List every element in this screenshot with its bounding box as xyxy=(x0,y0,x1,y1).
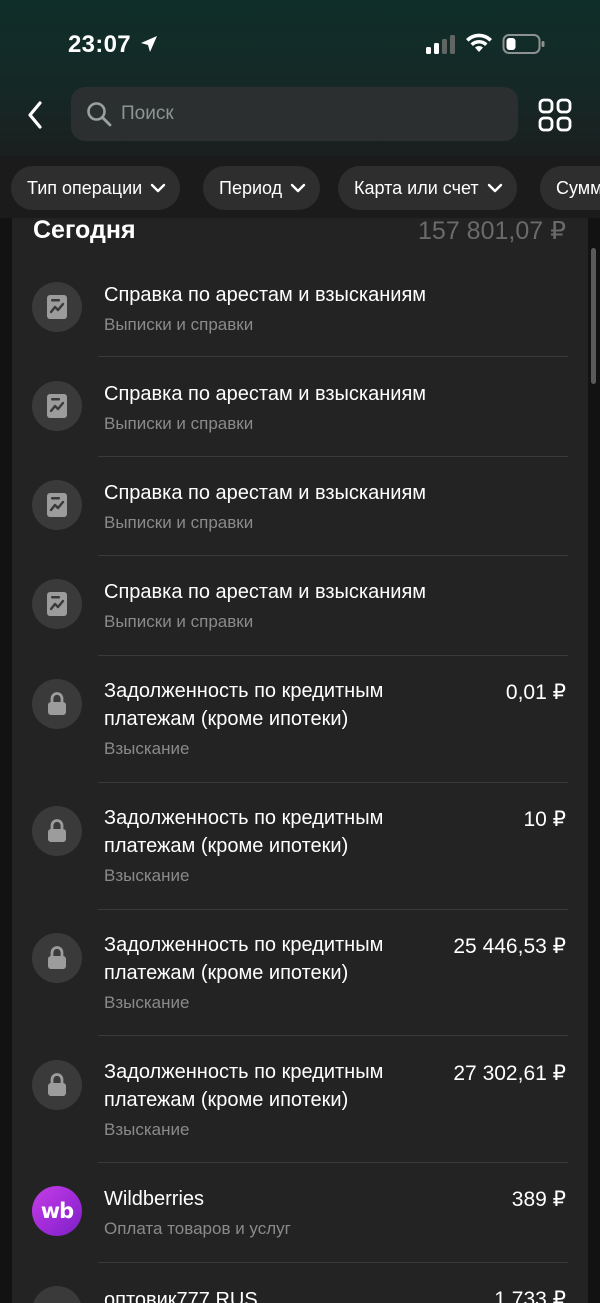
filter-operation-type[interactable]: Тип операции xyxy=(11,166,181,210)
operation-amount: 0,01 ₽ xyxy=(505,681,566,704)
operation-title-line: Задолженность по кредитным xyxy=(104,934,384,956)
wildberries-logo: wb xyxy=(32,1186,82,1236)
section-title: Сегодня xyxy=(33,218,136,244)
operation-title: Справка по арестам и взысканиям xyxy=(104,482,427,504)
operation-subtitle: Взыскание xyxy=(104,993,190,1012)
list-item[interactable]: Справка по арестам и взысканиям Выписки … xyxy=(12,274,588,374)
operation-subtitle: Выписки и справки xyxy=(104,513,254,532)
document-icon xyxy=(32,381,82,431)
document-icon xyxy=(32,579,82,629)
status-time: 23:07 xyxy=(68,31,131,58)
operation-title-line: Задолженность по кредитным xyxy=(104,1061,384,1083)
filter-chips: Тип операции Период Карта или счет Сумма xyxy=(0,156,600,218)
chevron-down-icon xyxy=(151,183,166,193)
operation-title-line: платежам (кроме ипотеки) xyxy=(104,708,349,730)
operations-list: Сегодня 157 801,07 ₽ Справка по арестам … xyxy=(12,218,588,1303)
lock-icon xyxy=(32,679,82,729)
filter-period[interactable]: Период xyxy=(203,166,321,210)
operation-amount: 25 446,53 ₽ xyxy=(453,935,566,958)
merchant-icon xyxy=(32,1286,82,1303)
operation-title: Задолженность по кредитным платежам (кро… xyxy=(104,1058,383,1114)
back-button[interactable] xyxy=(18,95,52,135)
operation-title: оптовик777 RUS xyxy=(104,1289,258,1303)
operation-title: Справка по арестам и взысканиям xyxy=(104,284,427,306)
divider xyxy=(98,655,568,656)
divider xyxy=(98,1162,568,1163)
list-item[interactable]: wb Wildberries Оплата товаров и услуг 38… xyxy=(12,1182,588,1282)
operation-title: Задолженность по кредитным платежам (кро… xyxy=(104,804,383,860)
cellular-signal-icon xyxy=(426,35,455,54)
operation-subtitle: Взыскание xyxy=(104,866,190,885)
operation-subtitle: Взыскание xyxy=(104,739,190,758)
list-item[interactable]: оптовик777 RUS 1 733 ₽ xyxy=(12,1282,588,1303)
lock-icon xyxy=(32,1060,82,1110)
divider xyxy=(98,1262,568,1263)
operation-title: Справка по арестам и взысканиям xyxy=(104,383,427,405)
search-box[interactable] xyxy=(71,87,518,141)
divider xyxy=(98,456,568,457)
operation-title-line: платежам (кроме ипотеки) xyxy=(104,962,349,984)
operation-subtitle: Взыскание xyxy=(104,1120,190,1139)
divider xyxy=(98,1035,568,1036)
operation-title-line: Задолженность по кредитным xyxy=(104,680,384,702)
scrollbar[interactable] xyxy=(591,248,596,384)
chevron-down-icon xyxy=(487,183,502,193)
list-item[interactable]: Справка по арестам и взысканиям Выписки … xyxy=(12,574,588,674)
operation-subtitle: Оплата товаров и услуг xyxy=(104,1219,291,1238)
filter-card-or-account[interactable]: Карта или счет xyxy=(338,166,517,210)
filter-label: Сумма xyxy=(556,177,600,198)
operation-amount: 389 ₽ xyxy=(511,1188,566,1211)
operation-title-line: платежам (кроме ипотеки) xyxy=(104,835,349,857)
operation-title-line: платежам (кроме ипотеки) xyxy=(104,1089,349,1111)
status-bar: 23:07 xyxy=(0,0,600,90)
divider xyxy=(98,555,568,556)
operation-subtitle: Выписки и справки xyxy=(104,315,254,334)
document-icon xyxy=(32,480,82,530)
chevron-down-icon xyxy=(290,183,306,193)
operation-subtitle: Выписки и справки xyxy=(104,414,254,433)
operation-amount: 10 ₽ xyxy=(523,808,566,831)
wifi-icon xyxy=(466,33,492,52)
operation-subtitle: Выписки и справки xyxy=(104,612,254,631)
location-arrow-icon xyxy=(141,36,157,52)
grid-menu-icon[interactable] xyxy=(538,98,572,132)
divider xyxy=(98,782,568,783)
search-icon xyxy=(87,102,112,127)
filter-label: Карта или счет xyxy=(354,177,479,198)
operation-title: Задолженность по кредитным платежам (кро… xyxy=(104,931,383,987)
filter-label: Период xyxy=(219,177,283,198)
operation-title: Справка по арестам и взысканиям xyxy=(104,581,427,603)
operation-amount: 27 302,61 ₽ xyxy=(453,1062,566,1085)
search-input[interactable] xyxy=(121,87,501,141)
section-total: 157 801,07 ₽ xyxy=(418,218,566,245)
list-item[interactable]: Справка по арестам и взысканиям Выписки … xyxy=(12,474,588,574)
operation-title: Wildberries xyxy=(104,1188,205,1210)
operation-title: Задолженность по кредитным платежам (кро… xyxy=(104,677,383,733)
lock-icon xyxy=(32,806,82,856)
filter-amount[interactable]: Сумма xyxy=(540,166,600,210)
divider xyxy=(98,356,568,357)
lock-icon xyxy=(32,933,82,983)
operation-title-line: Задолженность по кредитным xyxy=(104,807,384,829)
wildberries-logo-text: wb xyxy=(40,1199,74,1223)
list-item[interactable]: Справка по арестам и взысканиям Выписки … xyxy=(12,374,588,474)
document-icon xyxy=(32,282,82,332)
chevron-left-icon xyxy=(28,101,42,129)
battery-icon xyxy=(502,34,545,54)
operation-amount: 1 733 ₽ xyxy=(494,1288,566,1303)
filter-label: Тип операции xyxy=(27,177,143,198)
divider xyxy=(98,909,568,910)
